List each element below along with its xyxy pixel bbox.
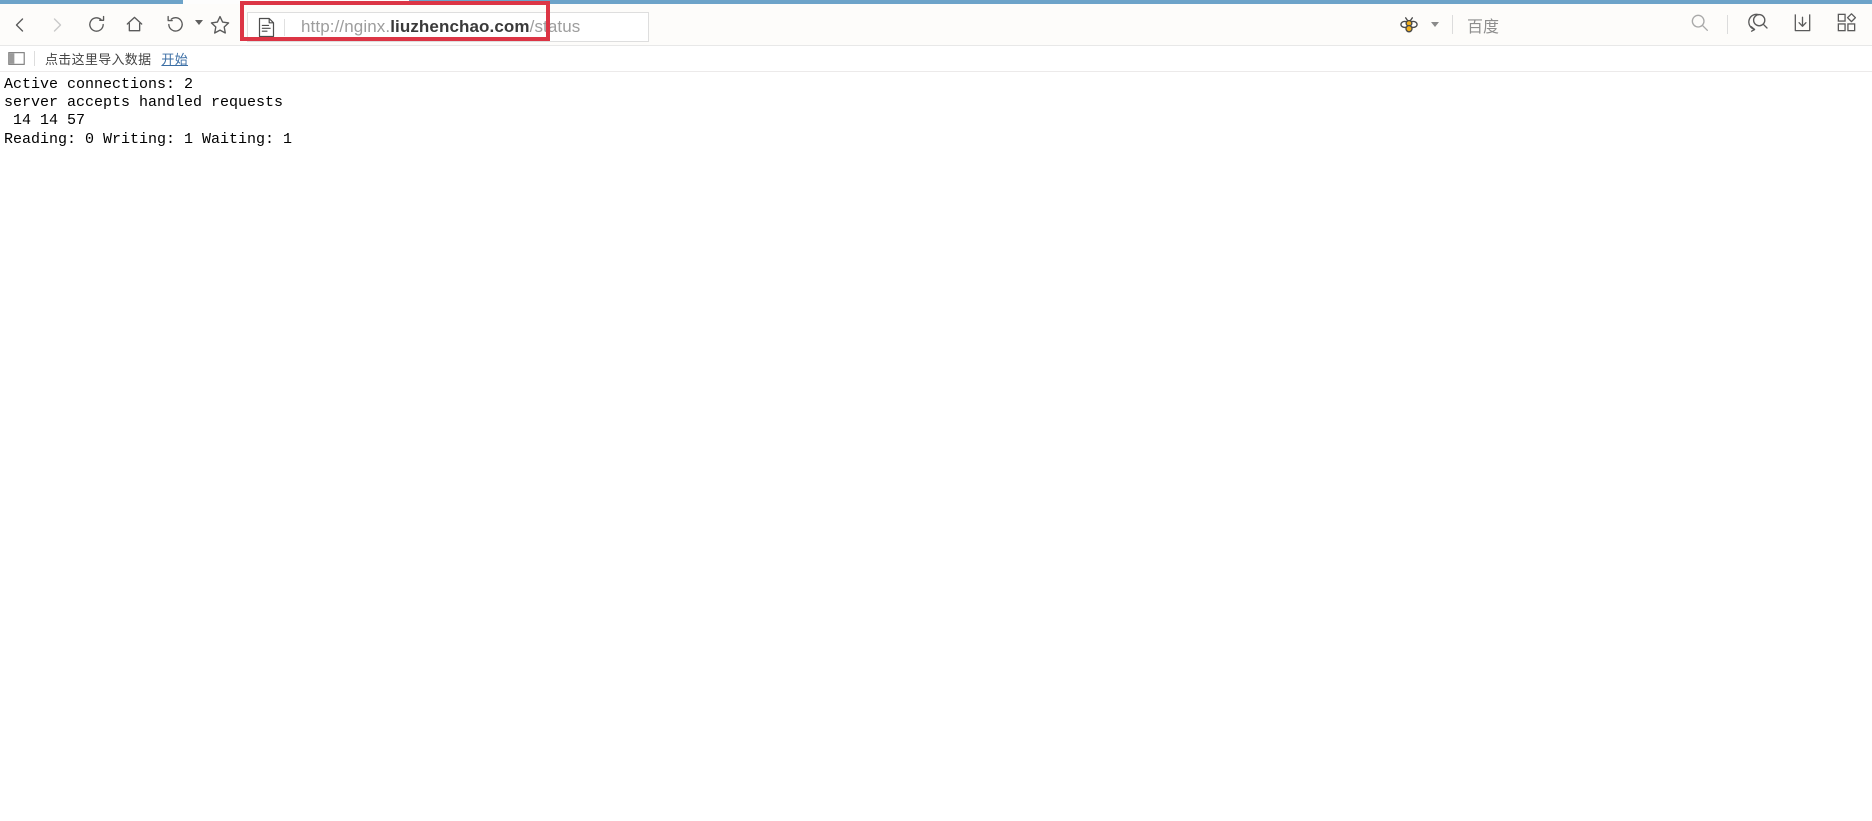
url-prefix: http://nginx. (301, 17, 391, 36)
forward-arrow-icon (47, 15, 67, 35)
home-button[interactable] (118, 8, 151, 41)
url-domain: liuzhenchao.com (390, 17, 530, 36)
star-outline-icon (209, 14, 231, 36)
smart-search-button[interactable] (1736, 8, 1780, 41)
toolbar-divider-2 (1727, 15, 1728, 34)
download-button[interactable] (1780, 8, 1824, 41)
apps-button[interactable] (1824, 8, 1868, 41)
import-start-link[interactable]: 开始 (161, 49, 188, 68)
history-chevron-down-icon[interactable] (195, 20, 203, 25)
bookmarks-panel-icon[interactable] (2, 48, 30, 70)
page-content-area: Active connections: 2 server accepts han… (0, 72, 1872, 821)
bee-icon[interactable] (1392, 8, 1426, 41)
bookmarks-divider (34, 51, 35, 66)
url-input[interactable]: http://nginx.liuzhenchao.com/status (285, 17, 648, 37)
history-back-arrow-icon (165, 14, 186, 35)
back-arrow-icon (10, 15, 30, 35)
import-data-label: 点击这里导入数据 (45, 52, 152, 67)
history-button[interactable] (155, 8, 195, 41)
search-input[interactable]: 百度 (1461, 8, 1679, 41)
search-placeholder: 百度 (1467, 18, 1500, 36)
browser-toolbar: http://nginx.liuzhenchao.com/status 百度 (0, 4, 1872, 46)
search-icon (1689, 12, 1710, 38)
search-rotate-icon (1746, 10, 1770, 39)
forward-button[interactable] (40, 8, 73, 41)
reload-button[interactable] (80, 8, 113, 41)
url-path: /status (529, 17, 581, 36)
toolbar-divider-1 (1452, 15, 1453, 34)
toolbar-right-group: 百度 (1392, 8, 1868, 41)
bookmarks-bar: 点击这里导入数据 开始 (0, 46, 1872, 72)
apps-grid-icon (1835, 11, 1858, 39)
reload-arrow-icon (86, 14, 107, 35)
download-icon (1791, 11, 1814, 39)
nginx-status-text: Active connections: 2 server accepts han… (4, 76, 293, 148)
back-button[interactable] (3, 8, 36, 41)
bookmark-star-button[interactable] (203, 8, 236, 41)
search-button[interactable] (1679, 8, 1719, 41)
home-icon (124, 14, 145, 35)
baidu-chevron-down-icon[interactable] (1426, 8, 1444, 41)
address-bar[interactable]: http://nginx.liuzhenchao.com/status (247, 12, 649, 42)
page-document-icon[interactable] (248, 14, 284, 40)
